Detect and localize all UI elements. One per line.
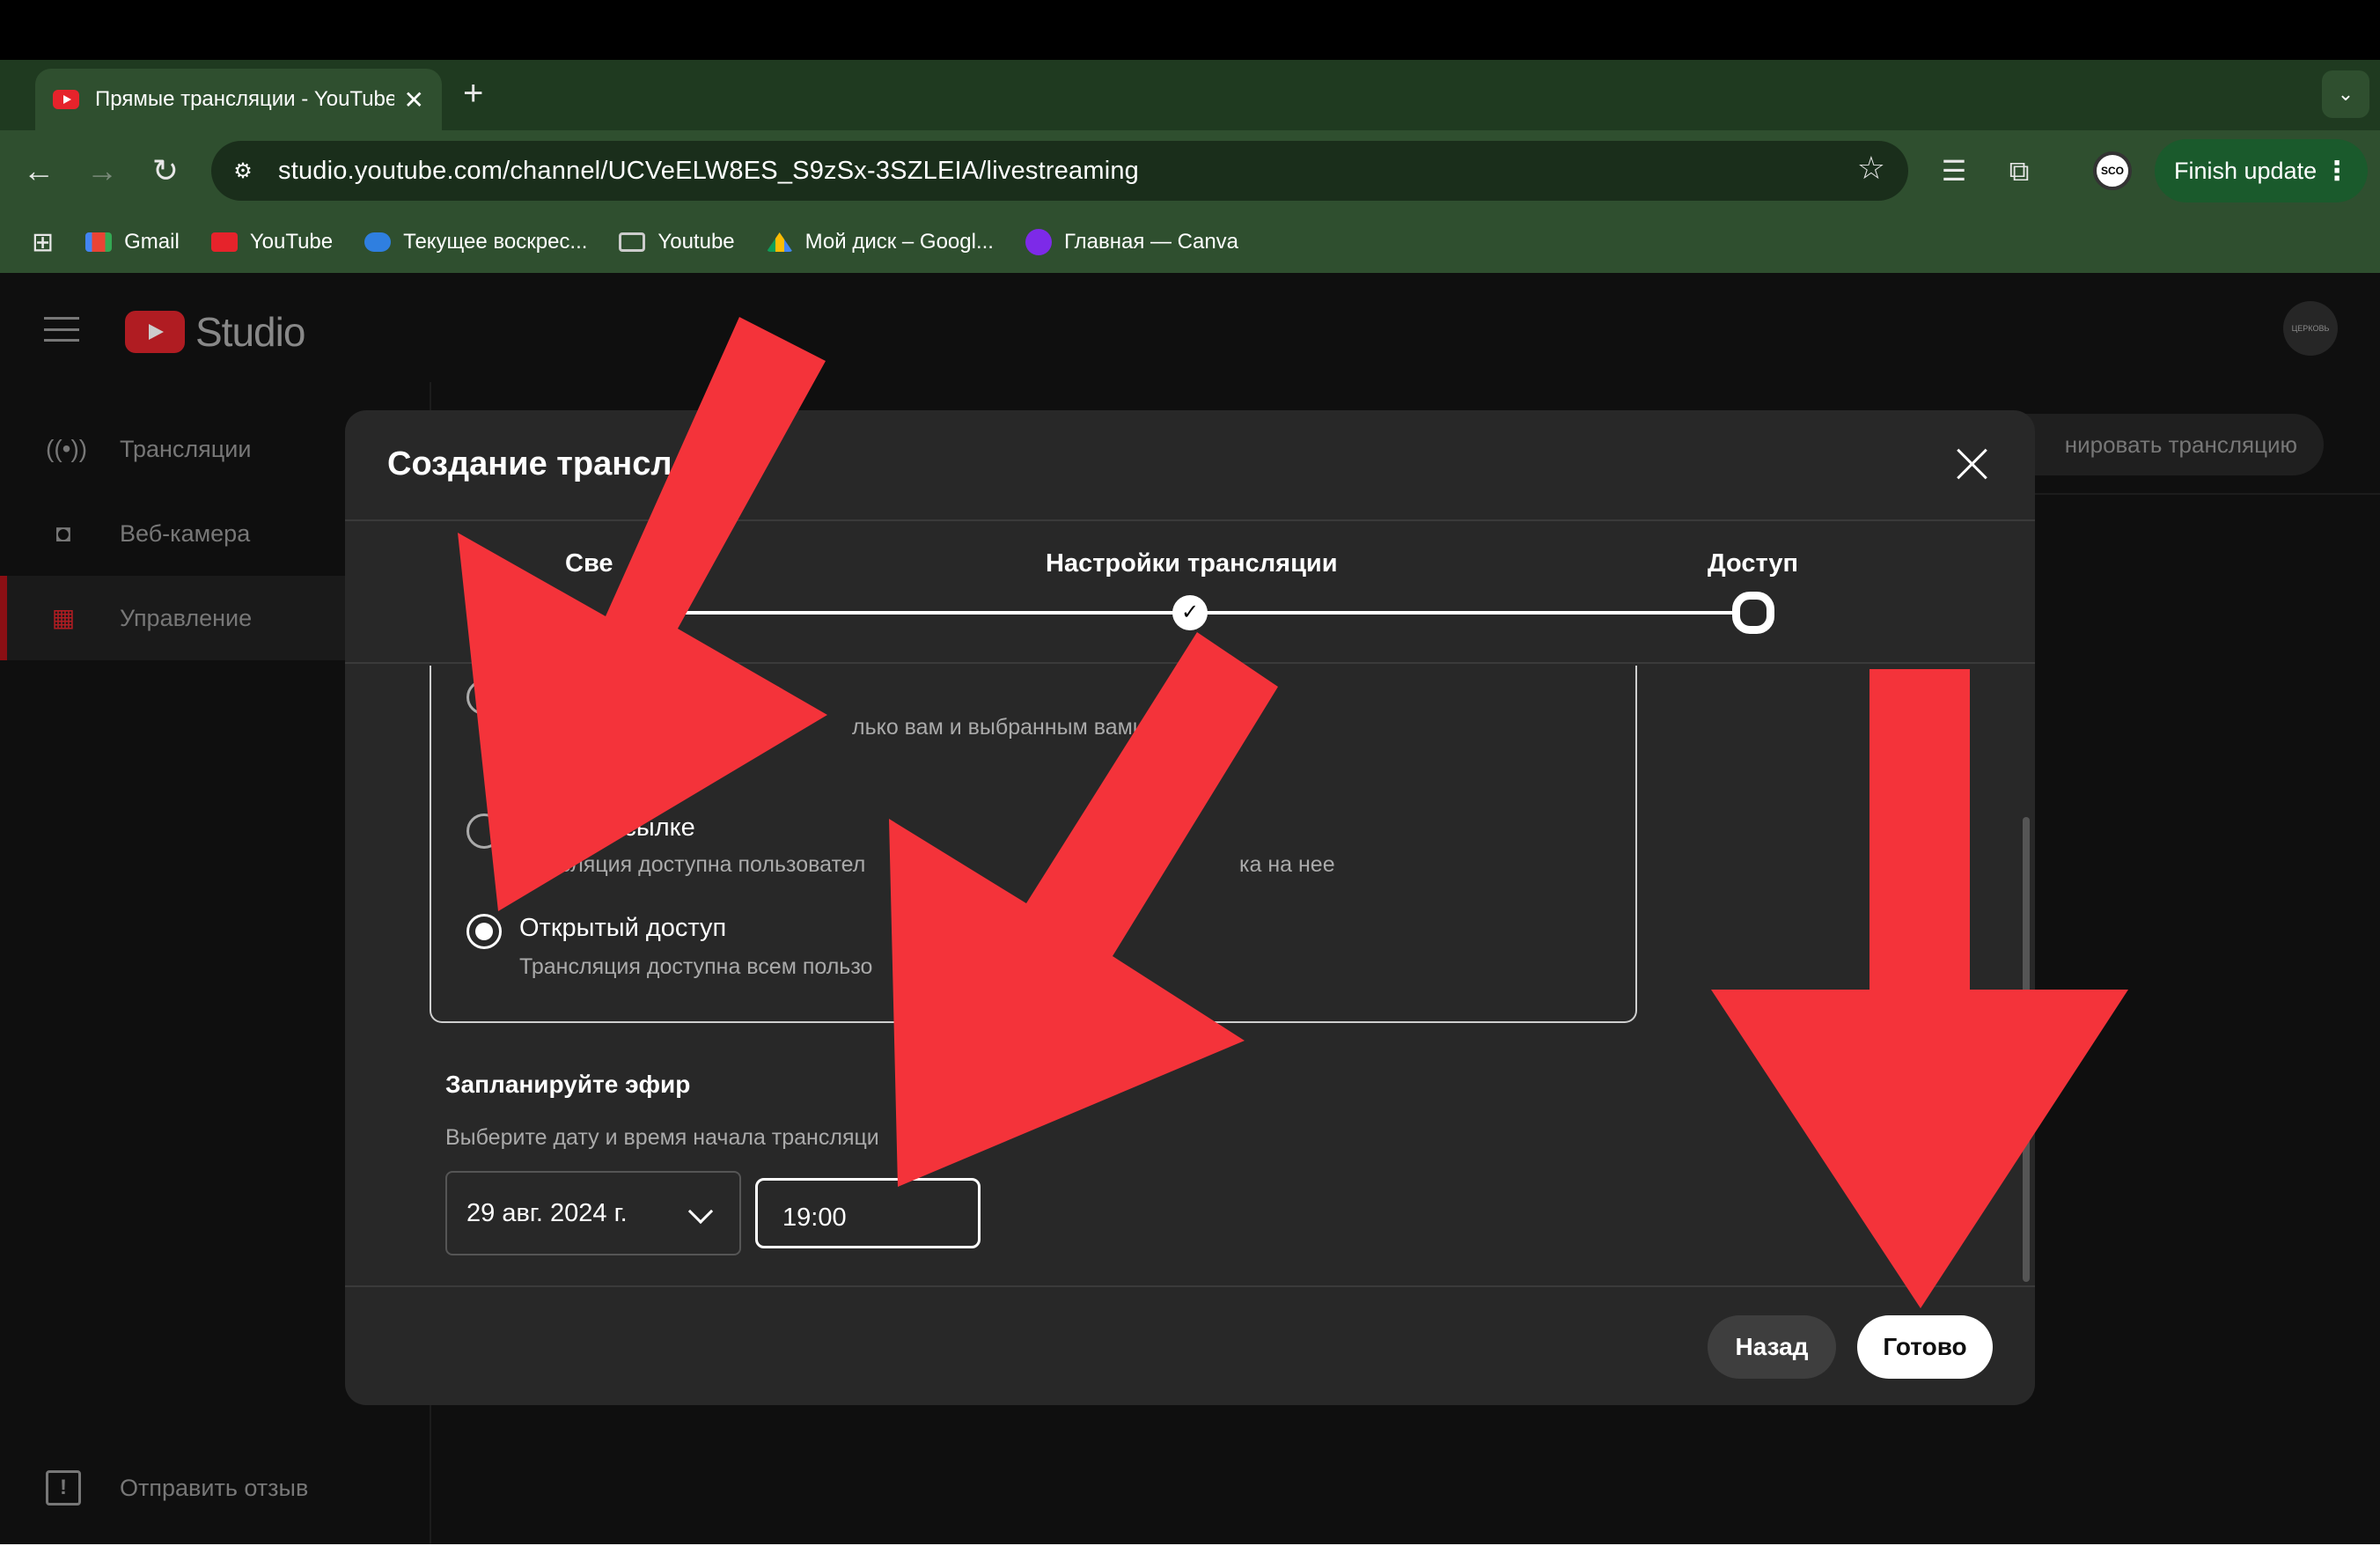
divider (2033, 493, 2380, 495)
option-title-unlisted: по ссылке (576, 813, 695, 842)
step-label-visibility[interactable]: Доступ (1708, 549, 1798, 578)
option-desc-public: Трансляция доступна всем пользо (519, 954, 873, 979)
new-tab-plus-icon[interactable]: + (463, 76, 483, 111)
studio-header: Studio ЦЕРКОВЬ (0, 273, 2380, 382)
hamburger-menu-icon[interactable] (44, 317, 79, 342)
bookmark-label: Главная — Canva (1063, 230, 1239, 254)
option-title-public: Открытый доступ (519, 914, 727, 942)
bookmark-label: Youtube (657, 230, 735, 254)
url-text[interactable]: studio.youtube.com/channel/UCVeELW8ES_S9… (278, 157, 1139, 186)
bookmark-youtube-folder[interactable]: Youtube (619, 230, 735, 254)
studio-logo[interactable]: Studio (125, 308, 305, 356)
site-info-icon[interactable]: ⚙ (224, 151, 262, 190)
option-title-private: л (766, 678, 781, 706)
step-current-dot[interactable] (1732, 592, 1774, 634)
bookmark-onedrive[interactable]: Текущее воскрес... (364, 230, 587, 254)
kebab-menu-icon[interactable]: ⋮ (2324, 156, 2350, 187)
dialog-footer: Назад Готово (345, 1285, 2035, 1405)
date-value: 29 авг. 2024 г. (466, 1198, 628, 1227)
tab-title: Прямые трансляции - YouTube (95, 87, 394, 111)
bookmark-label: Текущее воскрес... (403, 230, 588, 254)
option-desc-unlisted-end: ка на нее (1239, 852, 1335, 877)
sidebar-item-label: Трансляции (120, 435, 252, 462)
date-dropdown[interactable]: 29 авг. 2024 г. (445, 1171, 741, 1255)
radio-unlisted[interactable] (466, 813, 502, 849)
finish-update-button[interactable]: Finish update ⋮ (2155, 139, 2368, 202)
feedback-icon: ! (46, 1470, 81, 1506)
address-bar[interactable]: ⚙ studio.youtube.com/channel/UCVeELW8ES_… (211, 141, 1908, 201)
back-button[interactable]: Назад (1708, 1315, 1836, 1379)
option-desc-unlisted-tail: торых (1060, 852, 1121, 877)
studio-wordmark: Studio (195, 309, 305, 355)
send-feedback-link[interactable]: ! Отправить отзыв (46, 1470, 308, 1506)
browser-tab-active[interactable]: Прямые трансляции - YouTube ✕ (35, 69, 442, 130)
step-done-check-icon[interactable]: ✓ (1172, 595, 1208, 630)
chevron-down-icon (687, 1198, 714, 1225)
bookmark-star-icon[interactable]: ☆ (1857, 150, 1885, 187)
channel-avatar[interactable]: ЦЕРКОВЬ (2283, 301, 2338, 356)
bookmark-google-drive[interactable]: Мой диск – Googl... (766, 230, 994, 254)
apps-grid-icon[interactable]: ⊞ (32, 227, 54, 258)
radio-public[interactable] (466, 914, 502, 949)
folder-icon (619, 232, 646, 252)
onedrive-icon (364, 232, 392, 252)
close-icon[interactable] (1952, 444, 1993, 484)
dialog-scrollbar[interactable] (2023, 817, 2030, 1282)
tab-close-icon[interactable]: ✕ (404, 85, 424, 114)
create-stream-dialog: Создание трансл Све Настройки трансляции… (345, 410, 2035, 1405)
bookmark-label: Gmail (124, 230, 180, 254)
schedule-section-desc: Выберите дату и время начала трансляци (445, 1125, 879, 1150)
bookmarks-bar: ⊞ Gmail YouTube Текущее воскрес... Youtu… (0, 211, 2380, 273)
forward-arrow-icon[interactable]: → (81, 150, 123, 192)
browser-toolbar: ← → ↻ ⚙ studio.youtube.com/channel/UCVeE… (0, 130, 2380, 211)
camera-icon: ◘ (55, 519, 71, 547)
progress-stepper: Све Настройки трансляции Доступ ✓ (345, 521, 2035, 664)
reload-icon[interactable]: ↻ (144, 150, 187, 192)
extensions-puzzle-icon[interactable]: ⧉ (2000, 151, 2038, 190)
youtube-favicon-icon (53, 90, 79, 109)
feedback-label: Отправить отзыв (120, 1474, 309, 1501)
bookmark-canva[interactable]: Главная — Canva (1025, 229, 1238, 255)
bookmark-label: Мой диск – Googl... (804, 230, 994, 254)
bookmark-gmail[interactable]: Gmail (85, 230, 180, 254)
finish-update-label: Finish update (2174, 157, 2318, 184)
done-button[interactable]: Готово (1857, 1315, 1993, 1379)
radio-private[interactable] (466, 680, 502, 715)
calendar-icon: ▦ (51, 604, 76, 631)
reading-list-icon[interactable]: ☰ (1935, 151, 1973, 190)
sidebar-item-label: Веб-камера (120, 519, 251, 547)
option-desc-unlisted: ансляция доступна пользовател (535, 852, 866, 877)
option-desc-private: лько вам и выбранным вами (852, 715, 1145, 740)
bookmark-youtube[interactable]: YouTube (210, 230, 334, 254)
google-drive-icon (766, 232, 793, 252)
step-label-settings[interactable]: Настройки трансляции (1046, 549, 1338, 578)
gmail-icon (85, 232, 113, 252)
dialog-title: Создание трансл (387, 445, 672, 482)
step-label-details[interactable]: Све (565, 549, 613, 578)
youtube-logo-icon (125, 311, 185, 353)
bookmark-label: YouTube (249, 230, 334, 254)
tab-search-chevron-icon[interactable]: ⌄ (2322, 70, 2369, 118)
dialog-header: Создание трансл (345, 410, 2035, 521)
back-arrow-icon[interactable]: ← (18, 150, 60, 192)
canva-icon (1025, 229, 1052, 255)
profile-avatar-icon[interactable]: SCO (2093, 151, 2132, 190)
tab-strip: Прямые трансляции - YouTube ✕ + ⌄ (0, 60, 2380, 130)
broadcast-icon: ((•)) (46, 435, 88, 462)
youtube-icon (210, 232, 238, 252)
screen-top-bar (0, 0, 2380, 60)
time-field[interactable] (755, 1178, 981, 1248)
sidebar-item-label: Управление (120, 604, 253, 631)
visibility-options: л лько вам и выбранным вами по ссылке ан… (430, 666, 1637, 1023)
schedule-section-title: Запланируйте эфир (445, 1071, 691, 1098)
